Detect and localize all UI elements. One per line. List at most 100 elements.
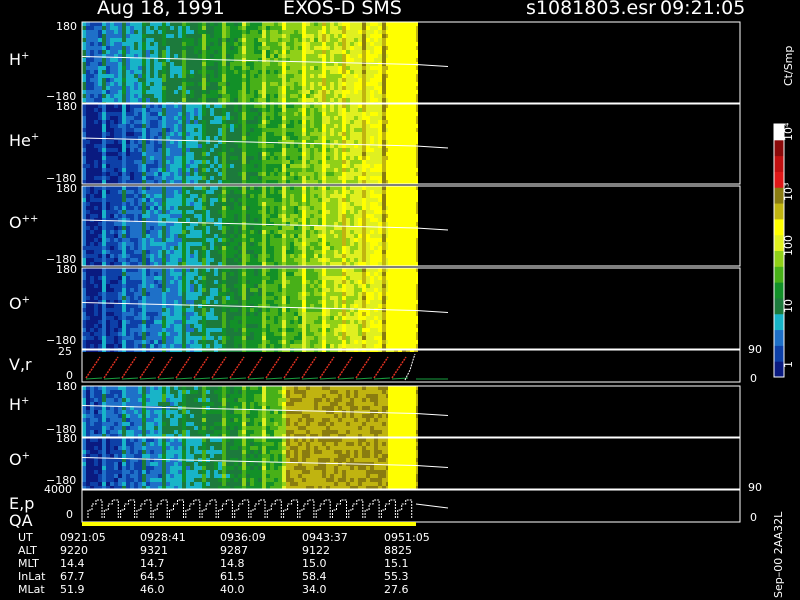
heat-cell xyxy=(306,198,310,202)
heat-cell xyxy=(290,246,294,250)
heat-cell xyxy=(334,94,338,98)
heat-cell xyxy=(250,246,254,250)
heat-cell xyxy=(298,168,302,172)
heat-cell xyxy=(158,168,162,172)
heat-cell xyxy=(358,62,362,66)
heat-cell xyxy=(338,194,342,198)
heat-cell xyxy=(186,78,190,82)
heat-cell xyxy=(138,156,142,160)
heat-cell xyxy=(118,86,122,90)
heat-cell xyxy=(310,176,314,180)
heat-cell xyxy=(86,112,90,116)
heat-cell xyxy=(378,90,382,94)
heat-cell xyxy=(346,156,350,160)
heat-cell xyxy=(126,156,130,160)
heat-cell xyxy=(246,160,250,164)
heat-cell xyxy=(178,172,182,176)
heat-cell xyxy=(162,250,166,254)
heat-cell xyxy=(194,194,198,198)
heat-cell xyxy=(110,172,114,176)
heat-cell xyxy=(290,156,294,160)
heat-cell xyxy=(286,176,290,180)
heat-cell xyxy=(102,186,106,190)
heat-cell xyxy=(326,74,330,78)
heat-cell xyxy=(298,22,302,26)
heat-cell xyxy=(174,148,178,152)
heat-cell xyxy=(178,164,182,168)
heat-cell xyxy=(110,210,114,214)
heat-cell xyxy=(154,186,158,190)
heat-cell xyxy=(198,38,202,42)
heat-cell xyxy=(150,180,154,184)
heat-cell xyxy=(346,230,350,234)
heat-cell xyxy=(150,98,154,102)
heat-cell xyxy=(266,242,270,246)
heat-cell xyxy=(366,172,370,176)
heat-cell xyxy=(378,140,382,144)
heat-cell xyxy=(110,198,114,202)
heat-cell xyxy=(382,98,386,102)
heat-cell xyxy=(366,74,370,78)
heat-cell xyxy=(138,132,142,136)
heat-cell xyxy=(290,258,294,262)
heat-cell xyxy=(266,108,270,112)
heat-cell xyxy=(138,120,142,124)
heat-cell xyxy=(382,230,386,234)
heat-cell xyxy=(342,198,346,202)
heat-cell xyxy=(286,62,290,66)
heat-cell xyxy=(150,86,154,90)
heat-cell xyxy=(294,156,298,160)
heat-cell xyxy=(178,94,182,98)
heat-cell xyxy=(186,108,190,112)
heat-cell xyxy=(186,22,190,26)
heat-cell xyxy=(238,250,242,254)
heat-cell xyxy=(206,230,210,234)
heat-cell xyxy=(218,38,222,42)
heat-cell xyxy=(278,26,282,30)
heat-cell xyxy=(366,246,370,250)
heat-cell xyxy=(206,90,210,94)
heat-cell xyxy=(278,250,282,254)
heat-cell xyxy=(314,144,318,148)
heat-cell xyxy=(290,34,294,38)
heat-cell xyxy=(246,206,250,210)
heat-cell xyxy=(366,94,370,98)
heat-cell xyxy=(86,238,90,242)
heat-cell xyxy=(218,242,222,246)
heat-cell xyxy=(174,246,178,250)
heat-cell xyxy=(298,186,302,190)
heat-cell xyxy=(314,230,318,234)
heat-cell xyxy=(226,144,230,148)
heat-cell xyxy=(226,202,230,206)
heat-cell xyxy=(266,218,270,222)
heat-cell xyxy=(358,136,362,140)
heat-cell xyxy=(282,66,286,70)
heat-cell xyxy=(214,218,218,222)
heat-cell xyxy=(146,250,150,254)
heat-cell xyxy=(210,82,214,86)
heat-cell xyxy=(314,210,318,214)
heat-cell xyxy=(350,242,354,246)
heat-cell xyxy=(142,140,146,144)
heat-cell xyxy=(378,74,382,78)
heat-cell xyxy=(270,46,274,50)
heat-cell xyxy=(266,62,270,66)
heat-cell xyxy=(166,62,170,66)
heat-cell xyxy=(214,86,218,90)
heat-cell xyxy=(226,128,230,132)
heat-cell xyxy=(318,112,322,116)
heat-cell xyxy=(190,70,194,74)
heat-cell xyxy=(230,66,234,70)
heat-cell xyxy=(274,250,278,254)
heat-cell xyxy=(286,94,290,98)
heat-cell xyxy=(122,210,126,214)
heat-cell xyxy=(226,214,230,218)
heat-cell xyxy=(210,226,214,230)
heat-cell xyxy=(94,262,98,266)
heat-cell xyxy=(202,180,206,184)
heat-cell xyxy=(354,168,358,172)
heat-cell xyxy=(326,254,330,258)
heat-cell xyxy=(226,54,230,58)
heat-cell xyxy=(202,226,206,230)
heat-cell xyxy=(98,172,102,176)
